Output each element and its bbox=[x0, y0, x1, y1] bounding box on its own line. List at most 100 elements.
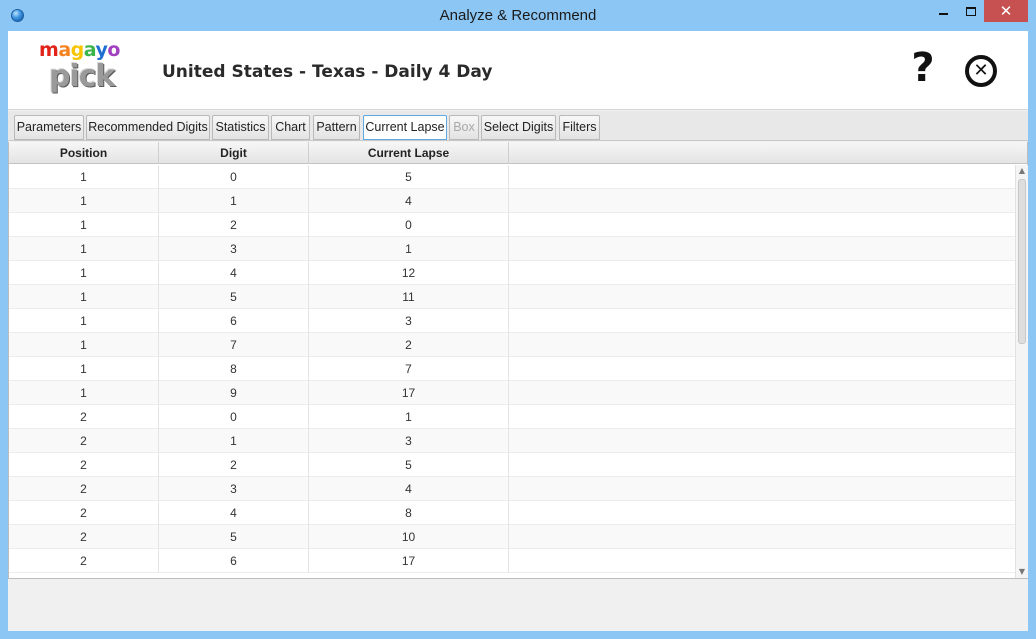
table-row[interactable]: 2 5 10 bbox=[9, 525, 1015, 549]
cell-filler bbox=[509, 549, 1015, 573]
table-row[interactable]: 1 4 12 bbox=[9, 261, 1015, 285]
tab-pattern[interactable]: Pattern bbox=[313, 115, 360, 140]
cell-position: 1 bbox=[9, 309, 159, 333]
scroll-up-arrow-icon[interactable]: ▲ bbox=[1016, 165, 1028, 177]
maximize-icon bbox=[966, 6, 976, 16]
table-row[interactable]: 225 bbox=[9, 453, 1015, 477]
cell-current-lapse: 8 bbox=[309, 501, 509, 525]
logo-top-text: magayo bbox=[39, 39, 120, 61]
cell-digit: 6 bbox=[159, 549, 309, 573]
table-row[interactable]: 120 bbox=[9, 213, 1015, 237]
table-row[interactable]: 163 bbox=[9, 309, 1015, 333]
cell-position: 2 bbox=[9, 501, 159, 525]
cell-digit: 3 bbox=[159, 237, 309, 261]
lottery-title: United States - Texas - Daily 4 Day bbox=[162, 62, 493, 82]
table-row[interactable]: 234 bbox=[9, 477, 1015, 501]
table-body[interactable]: 1 0 5 1 1 4 1 2 0 1 3 1 1 4 12 1 5 11 1 6 3 1 7 2 1 8 7 1 9 17 2 0 1 2 1 3 2… bbox=[9, 165, 1015, 578]
window-close-button[interactable]: ✕ bbox=[984, 0, 1028, 22]
cell-position: 1 bbox=[9, 261, 159, 285]
cell-current-lapse: 4 bbox=[309, 477, 509, 501]
cell-current-lapse: 12 bbox=[309, 261, 509, 285]
cell-current-lapse: 2 bbox=[309, 333, 509, 357]
cell-current-lapse: 5 bbox=[309, 453, 509, 477]
cell-current-lapse: 4 bbox=[309, 189, 509, 213]
title-bar[interactable]: Analyze & Recommend ✕ bbox=[0, 0, 1036, 31]
cell-position: 1 bbox=[9, 237, 159, 261]
footer-area bbox=[8, 579, 1028, 631]
tab-filters[interactable]: Filters bbox=[559, 115, 600, 140]
cell-filler bbox=[509, 237, 1015, 261]
table-row[interactable]: 248 bbox=[9, 501, 1015, 525]
cell-filler bbox=[509, 405, 1015, 429]
window-title: Analyze & Recommend bbox=[439, 7, 597, 24]
cell-filler bbox=[509, 477, 1015, 501]
cell-digit: 9 bbox=[159, 381, 309, 405]
tab-select-digits[interactable]: Select Digits bbox=[481, 115, 556, 140]
cell-current-lapse: 1 bbox=[309, 405, 509, 429]
close-circle-icon[interactable]: ✕ bbox=[965, 55, 997, 87]
tab-chart[interactable]: Chart bbox=[271, 115, 310, 140]
cell-current-lapse: 7 bbox=[309, 357, 509, 381]
help-icon[interactable]: ? bbox=[906, 47, 940, 89]
table-row[interactable]: 213 bbox=[9, 429, 1015, 453]
cell-digit: 1 bbox=[159, 189, 309, 213]
cell-position: 1 bbox=[9, 333, 159, 357]
column-header-current-lapse[interactable]: Current Lapse bbox=[309, 142, 509, 164]
scroll-down-arrow-icon[interactable]: ▼ bbox=[1016, 566, 1028, 578]
cell-current-lapse: 0 bbox=[309, 213, 509, 237]
table-row[interactable]: 172 bbox=[9, 333, 1015, 357]
cell-filler bbox=[509, 261, 1015, 285]
cell-position: 1 bbox=[9, 165, 159, 189]
cell-position: 2 bbox=[9, 453, 159, 477]
scrollbar-thumb[interactable] bbox=[1018, 179, 1026, 344]
table-row[interactable]: 131 bbox=[9, 237, 1015, 261]
maximize-button[interactable] bbox=[958, 0, 984, 22]
column-header-digit[interactable]: Digit bbox=[159, 142, 309, 164]
cell-filler bbox=[509, 381, 1015, 405]
cell-filler bbox=[509, 501, 1015, 525]
tab-parameters[interactable]: Parameters bbox=[14, 115, 84, 140]
cell-current-lapse: 17 bbox=[309, 381, 509, 405]
cell-digit: 2 bbox=[159, 453, 309, 477]
magayo-pick-logo: magayo pick bbox=[39, 39, 135, 99]
app-window: Analyze & Recommend ✕ magayo pick United… bbox=[0, 0, 1036, 639]
current-lapse-table[interactable]: Position Digit Current Lapse 10511412013… bbox=[8, 142, 1028, 579]
cell-digit: 7 bbox=[159, 333, 309, 357]
cell-filler bbox=[509, 285, 1015, 309]
cell-position: 2 bbox=[9, 525, 159, 549]
cell-digit: 1 bbox=[159, 429, 309, 453]
cell-filler bbox=[509, 189, 1015, 213]
table-row[interactable]: 1 9 17 bbox=[9, 381, 1015, 405]
table-header: Position Digit Current Lapse bbox=[9, 142, 1027, 164]
cell-filler bbox=[509, 429, 1015, 453]
table-row[interactable]: 105 bbox=[9, 165, 1015, 189]
table-row[interactable]: 2 6 17 bbox=[9, 549, 1015, 573]
cell-filler bbox=[509, 333, 1015, 357]
cell-position: 1 bbox=[9, 189, 159, 213]
cell-filler bbox=[509, 357, 1015, 381]
cell-position: 2 bbox=[9, 429, 159, 453]
cell-filler bbox=[509, 165, 1015, 189]
column-header-position[interactable]: Position bbox=[9, 142, 159, 164]
cell-position: 1 bbox=[9, 213, 159, 237]
cell-current-lapse: 3 bbox=[309, 309, 509, 333]
cell-digit: 5 bbox=[159, 285, 309, 309]
tab-bar: Parameters Recommended Digits Statistics… bbox=[8, 111, 1028, 141]
cell-position: 2 bbox=[9, 477, 159, 501]
tab-recommended-digits[interactable]: Recommended Digits bbox=[86, 115, 210, 140]
table-row[interactable]: 187 bbox=[9, 357, 1015, 381]
table-row[interactable]: 1 5 11 bbox=[9, 285, 1015, 309]
vertical-scrollbar[interactable]: ▲ ▼ bbox=[1015, 165, 1028, 578]
tab-statistics[interactable]: Statistics bbox=[212, 115, 269, 140]
cell-digit: 4 bbox=[159, 261, 309, 285]
cell-current-lapse: 11 bbox=[309, 285, 509, 309]
cell-position: 2 bbox=[9, 549, 159, 573]
cell-digit: 0 bbox=[159, 165, 309, 189]
table-row[interactable]: 201 bbox=[9, 405, 1015, 429]
tab-current-lapse[interactable]: Current Lapse bbox=[363, 115, 447, 140]
cell-digit: 0 bbox=[159, 405, 309, 429]
cell-digit: 2 bbox=[159, 213, 309, 237]
table-row[interactable]: 114 bbox=[9, 189, 1015, 213]
logo-bottom-text: pick bbox=[49, 59, 115, 94]
minimize-button[interactable] bbox=[928, 0, 958, 22]
